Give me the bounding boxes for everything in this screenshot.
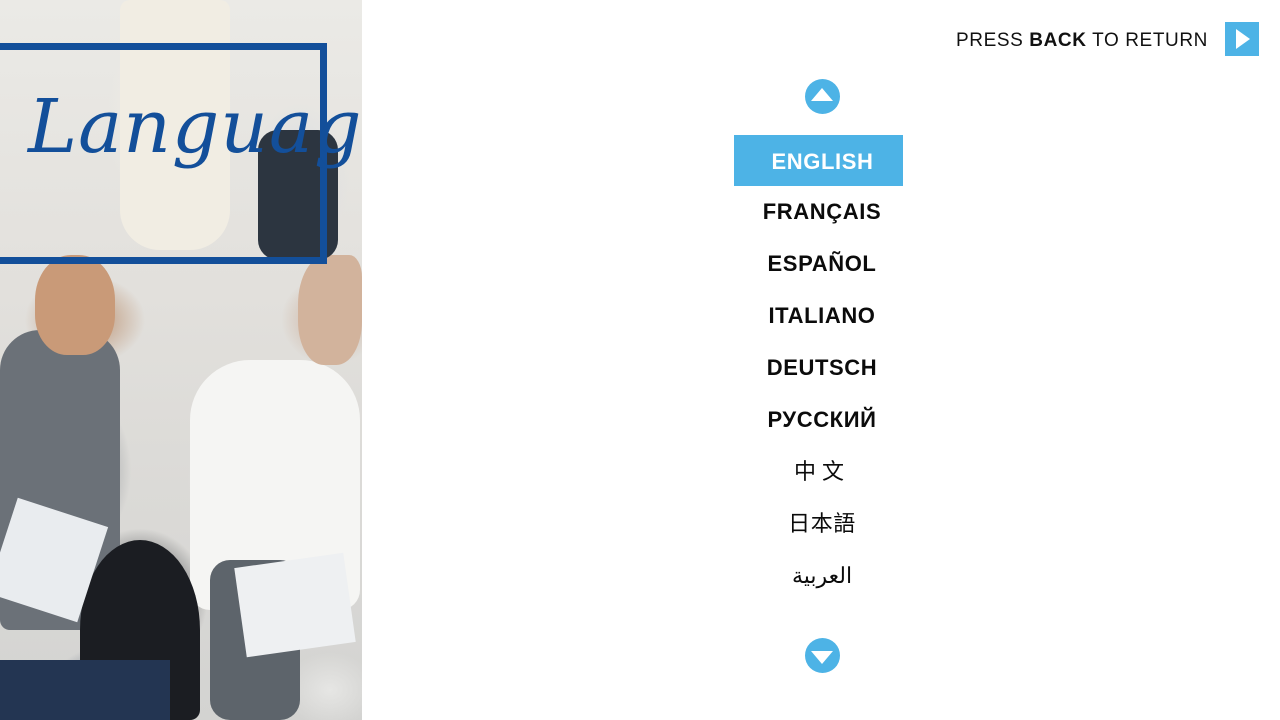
back-hint-suffix: TO RETURN — [1086, 30, 1208, 51]
person-shape — [35, 255, 115, 355]
language-item-chinese[interactable]: 中文 — [734, 446, 910, 498]
back-button[interactable] — [1225, 22, 1259, 56]
language-item-italiano[interactable]: ITALIANO — [734, 290, 910, 342]
language-item-espanol[interactable]: ESPAÑOL — [734, 238, 910, 290]
language-item-english[interactable]: ENGLISH — [734, 135, 903, 186]
back-hint-prefix: PRESS — [955, 30, 1030, 51]
language-item-deutsch[interactable]: DEUTSCH — [734, 342, 910, 394]
language-item-russian[interactable]: РУССКИЙ — [734, 394, 910, 446]
play-triangle-icon — [1236, 29, 1250, 49]
person-shape — [0, 660, 170, 720]
chevron-down-icon — [811, 651, 833, 664]
language-list: ENGLISH FRANÇAIS ESPAÑOL ITALIANO DEUTSC… — [734, 135, 910, 602]
person-shape — [298, 255, 362, 365]
page-title: Languages — [28, 84, 362, 170]
language-item-francais[interactable]: FRANÇAIS — [734, 186, 910, 238]
sidebar-photo: Languages — [0, 0, 362, 720]
back-hint-key: BACK — [1029, 30, 1087, 51]
language-item-japanese[interactable]: 日本語 — [734, 498, 910, 550]
language-item-arabic[interactable]: العربية — [734, 550, 910, 602]
scroll-down-button[interactable] — [805, 638, 840, 673]
person-shape — [234, 552, 356, 658]
back-hint: PRESS BACK TO RETURN — [956, 28, 1208, 54]
scroll-up-button[interactable] — [805, 79, 840, 114]
chevron-up-icon — [811, 88, 833, 101]
